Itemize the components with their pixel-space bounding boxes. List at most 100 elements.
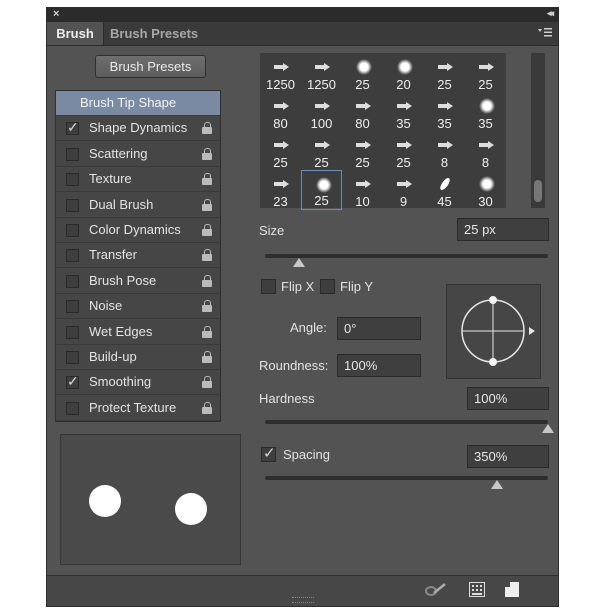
brush-tip-icon	[397, 137, 413, 155]
brush-tip-cell[interactable]: 25	[342, 53, 383, 93]
new-preset-icon[interactable]	[505, 582, 519, 597]
option-brush-pose[interactable]: Brush Pose	[56, 269, 220, 294]
brush-size-label: 25	[355, 155, 370, 170]
brush-tip-cell[interactable]: 1250	[260, 53, 301, 93]
option-checkbox[interactable]	[66, 147, 79, 161]
angle-field[interactable]: 0°	[337, 317, 421, 340]
option-checkbox[interactable]	[66, 274, 79, 288]
option-checkbox[interactable]	[66, 325, 79, 339]
flip-x-checkbox[interactable]	[261, 279, 276, 294]
brush-tip-cell[interactable]: 25	[383, 131, 424, 171]
spacing-slider-thumb[interactable]	[491, 480, 504, 489]
brush-size-label: 25	[273, 155, 288, 170]
lock-icon[interactable]	[202, 376, 212, 389]
option-checkbox[interactable]	[66, 224, 79, 237]
brush-size-label: 80	[273, 116, 288, 131]
option-checkbox[interactable]	[66, 351, 79, 364]
hardness-slider[interactable]	[265, 420, 548, 424]
spacing-checkbox[interactable]	[261, 444, 276, 462]
hardness-field[interactable]: 100%	[467, 387, 549, 410]
tab-brush-presets[interactable]: Brush Presets	[110, 22, 198, 45]
flip-y-checkbox[interactable]	[320, 279, 335, 294]
option-checkbox[interactable]	[66, 300, 79, 314]
brush-tip-cell[interactable]: 25	[301, 170, 342, 210]
option-wet-edges[interactable]: Wet Edges	[56, 320, 220, 345]
lock-icon[interactable]	[202, 147, 212, 160]
size-field[interactable]: 25 px	[457, 218, 549, 241]
roundness-field[interactable]: 100%	[337, 354, 421, 377]
brush-tool-icon[interactable]	[425, 582, 447, 598]
option-transfer[interactable]: Transfer	[56, 243, 220, 269]
brush-tip-cell[interactable]: 25	[465, 53, 506, 93]
option-checkbox[interactable]	[66, 173, 79, 187]
size-slider[interactable]	[265, 254, 548, 258]
tab-brush[interactable]: Brush	[47, 22, 104, 45]
brush-tip-icon	[438, 98, 454, 116]
brush-tip-cell[interactable]: 35	[465, 92, 506, 132]
brush-size-label: 8	[481, 155, 490, 170]
option-label: Texture	[89, 171, 132, 187]
option-color-dynamics[interactable]: Color Dynamics	[56, 218, 220, 243]
brush-tip-cell[interactable]: 10	[342, 170, 383, 210]
angle-label: Angle:	[290, 320, 327, 335]
option-scattering[interactable]: Scattering	[56, 142, 220, 167]
brush-tip-cell[interactable]: 35	[424, 92, 465, 132]
option-dual-brush[interactable]: Dual Brush	[56, 193, 220, 218]
panel-menu-icon[interactable]	[538, 25, 552, 39]
brush-presets-button[interactable]: Brush Presets	[95, 55, 206, 78]
option-smoothing[interactable]: Smoothing	[56, 370, 220, 396]
lock-icon[interactable]	[202, 351, 212, 363]
collapse-icon[interactable]: ◂◂	[547, 8, 554, 19]
brush-tip-cell[interactable]: 1250	[301, 53, 342, 93]
lock-icon[interactable]	[202, 300, 212, 313]
angle-roundness-widget[interactable]	[446, 284, 541, 379]
option-checkbox[interactable]	[66, 373, 79, 390]
option-brush-tip-shape[interactable]: Brush Tip Shape	[56, 91, 220, 116]
scrollbar-thumb[interactable]	[534, 180, 542, 202]
lock-icon[interactable]	[202, 173, 212, 186]
resize-grip[interactable]	[292, 597, 314, 603]
brush-tip-cell[interactable]: 80	[260, 92, 301, 132]
brush-tip-cell[interactable]: 20	[383, 53, 424, 93]
brush-tip-cell[interactable]: 25	[301, 131, 342, 171]
brush-tip-cell[interactable]: 80	[342, 92, 383, 132]
option-checkbox[interactable]	[66, 249, 79, 263]
option-label: Smoothing	[89, 374, 152, 390]
lock-icon[interactable]	[202, 198, 212, 211]
brush-tip-cell[interactable]: 9	[383, 170, 424, 210]
brush-tip-cell[interactable]: 25	[342, 131, 383, 171]
brush-tip-cell[interactable]: 35	[383, 92, 424, 132]
tab-bar: Brush Brush Presets	[47, 22, 558, 46]
brush-tip-cell[interactable]: 30	[465, 170, 506, 210]
option-shape-dynamics[interactable]: Shape Dynamics	[56, 116, 220, 142]
option-checkbox[interactable]	[66, 198, 79, 212]
option-build-up[interactable]: Build-up	[56, 345, 220, 370]
hardness-slider-thumb[interactable]	[542, 424, 554, 433]
option-checkbox[interactable]	[66, 401, 79, 415]
brush-tip-cell[interactable]: 23	[260, 170, 301, 210]
lock-icon[interactable]	[202, 122, 212, 135]
spacing-field[interactable]: 350%	[467, 445, 549, 468]
lock-icon[interactable]	[202, 325, 212, 338]
lock-icon[interactable]	[202, 249, 212, 262]
option-noise[interactable]: Noise	[56, 294, 220, 320]
option-checkbox[interactable]	[66, 119, 79, 136]
brush-tip-cell[interactable]: 25	[260, 131, 301, 171]
lock-icon[interactable]	[202, 224, 212, 236]
brush-size-label: 20	[396, 77, 411, 92]
lock-icon[interactable]	[202, 401, 212, 414]
close-icon[interactable]: ×	[53, 8, 59, 20]
brush-tip-cell[interactable]: 8	[424, 131, 465, 171]
brush-size-label: 35	[437, 116, 452, 131]
brush-tip-cell[interactable]: 25	[424, 53, 465, 93]
grid-icon[interactable]	[469, 582, 485, 597]
option-texture[interactable]: Texture	[56, 167, 220, 193]
brush-tip-cell[interactable]: 100	[301, 92, 342, 132]
size-slider-thumb[interactable]	[292, 258, 305, 267]
option-protect-texture[interactable]: Protect Texture	[56, 396, 220, 421]
spacing-slider[interactable]	[265, 476, 548, 480]
brush-grid-scrollbar[interactable]	[531, 53, 545, 208]
lock-icon[interactable]	[202, 274, 212, 287]
brush-tip-cell[interactable]: 8	[465, 131, 506, 171]
brush-tip-cell[interactable]: 45	[424, 170, 465, 210]
